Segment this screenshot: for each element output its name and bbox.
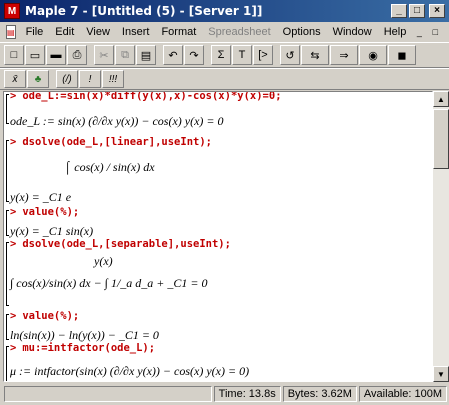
new-file-icon[interactable]: □ (4, 45, 24, 65)
input-line[interactable]: > value(%); (10, 310, 79, 322)
toggle-display-icon[interactable]: (/) (56, 70, 78, 88)
menu-insert[interactable]: Insert (116, 26, 156, 38)
status-bar: Time: 13.8s Bytes: 3.62M Available: 100M (0, 383, 449, 405)
close-button[interactable]: × (429, 4, 445, 18)
context-toolbar: x̄ ♣ (/) ! !!! (0, 68, 449, 90)
minimize-button[interactable]: _ (391, 4, 407, 18)
maple-leaf-icon[interactable]: ♣ (27, 70, 49, 88)
stop-icon[interactable]: ◼ (388, 45, 416, 65)
output-line: y(x) = _C1 e (10, 190, 72, 204)
execution-group-bracket[interactable] (6, 140, 9, 202)
document-icon[interactable]: ▤ (6, 25, 16, 39)
execution-group-bracket[interactable] (6, 242, 9, 306)
vertical-scrollbar[interactable]: ▲ ▼ (433, 91, 449, 382)
redo-icon[interactable]: ↷ (184, 45, 204, 65)
menu-file[interactable]: File (20, 26, 50, 38)
maximize-button[interactable]: □ (409, 4, 425, 18)
execution-group-bracket[interactable] (6, 94, 9, 124)
output-line: ∫ cos(x)/sin(x) dx − ∫ 1/_a d_a + _C1 = … (10, 276, 208, 290)
execute-region-icon[interactable]: ! (79, 70, 101, 88)
menu-view[interactable]: View (80, 26, 116, 38)
insert-text-icon[interactable]: T (232, 45, 252, 65)
insert-math-icon[interactable]: Σ (211, 45, 231, 65)
output-line: ⌠ cos(x) / sin(x) dx (64, 160, 155, 174)
menu-bar: ▤ File Edit View Insert Format Spreadshe… (0, 22, 449, 42)
doc-restore-button[interactable]: □ (428, 26, 442, 38)
scroll-up-icon[interactable]: ▲ (433, 91, 449, 107)
back-icon[interactable]: ⇆ (301, 45, 329, 65)
status-time: Time: 13.8s (213, 386, 281, 402)
output-line: ode_L := sin(x) (∂/∂x y(x)) − cos(x) y(x… (10, 114, 224, 128)
input-line[interactable]: > value(%); (10, 206, 79, 218)
output-line: y(x) (94, 254, 113, 268)
status-available: Available: 100M (358, 386, 447, 402)
execute-icon[interactable]: ◉ (359, 45, 387, 65)
menu-window[interactable]: Window (327, 26, 378, 38)
main-toolbar: □ ▭ ▬ ⎙ ✂ ⧉ ▤ ↶ ↷ Σ T [> ↺ ⇆ ⇒ ◉ ◼ (0, 42, 449, 68)
print-icon[interactable]: ⎙ (67, 45, 87, 65)
doc-close-button[interactable]: × (444, 26, 449, 38)
window-title: Maple 7 - [Untitled (5) - [Server 1]] (25, 4, 263, 18)
undo-icon[interactable]: ↶ (163, 45, 183, 65)
status-bytes: Bytes: 3.62M (282, 386, 357, 402)
output-line: μ := intfactor(sin(x) (∂/∂x y(x)) − cos(… (10, 364, 250, 378)
cut-icon[interactable]: ✂ (94, 45, 114, 65)
copy-icon[interactable]: ⧉ (115, 45, 135, 65)
input-line[interactable]: > dsolve(ode_L,[separable],useInt); (10, 238, 231, 250)
paste-icon[interactable]: ▤ (136, 45, 156, 65)
math-mode-icon[interactable]: x̄ (4, 70, 26, 88)
open-folder-icon[interactable]: ▭ (25, 45, 45, 65)
menu-format[interactable]: Format (155, 26, 202, 38)
menu-help[interactable]: Help (378, 26, 413, 38)
execution-group-bracket[interactable] (6, 314, 9, 340)
doc-minimize-button[interactable]: _ (412, 26, 426, 38)
insert-prompt-icon[interactable]: [> (253, 45, 273, 65)
output-line: ln(sin(x)) − ln(y(x)) − _C1 = 0 (10, 328, 159, 342)
input-line[interactable]: > ode_L:=sin(x)*diff(y(x),x)-cos(x)*y(x)=… (10, 92, 282, 102)
scroll-thumb[interactable] (433, 109, 449, 169)
forward-icon[interactable]: ⇒ (330, 45, 358, 65)
execution-group-bracket[interactable] (6, 346, 9, 381)
restart-icon[interactable]: ↺ (280, 45, 300, 65)
save-icon[interactable]: ▬ (46, 45, 66, 65)
menu-options[interactable]: Options (277, 26, 327, 38)
execution-group-bracket[interactable] (6, 210, 9, 236)
execute-all-icon[interactable]: !!! (102, 70, 124, 88)
menu-spreadsheet: Spreadsheet (208, 26, 271, 38)
maple-app-icon[interactable]: M (4, 3, 20, 19)
title-bar: M Maple 7 - [Untitled (5) - [Server 1]] … (0, 0, 449, 22)
menu-edit[interactable]: Edit (49, 26, 80, 38)
worksheet[interactable]: > ode_L:=sin(x)*diff(y(x),x)-cos(x)*y(x)=… (3, 91, 433, 382)
status-message (4, 386, 212, 402)
scroll-down-icon[interactable]: ▼ (433, 366, 449, 382)
input-line[interactable]: > dsolve(ode_L,[linear],useInt); (10, 136, 212, 148)
output-line: y(x) = _C1 sin(x) (10, 224, 94, 238)
input-line[interactable]: > mu:=intfactor(ode_L); (10, 342, 155, 354)
